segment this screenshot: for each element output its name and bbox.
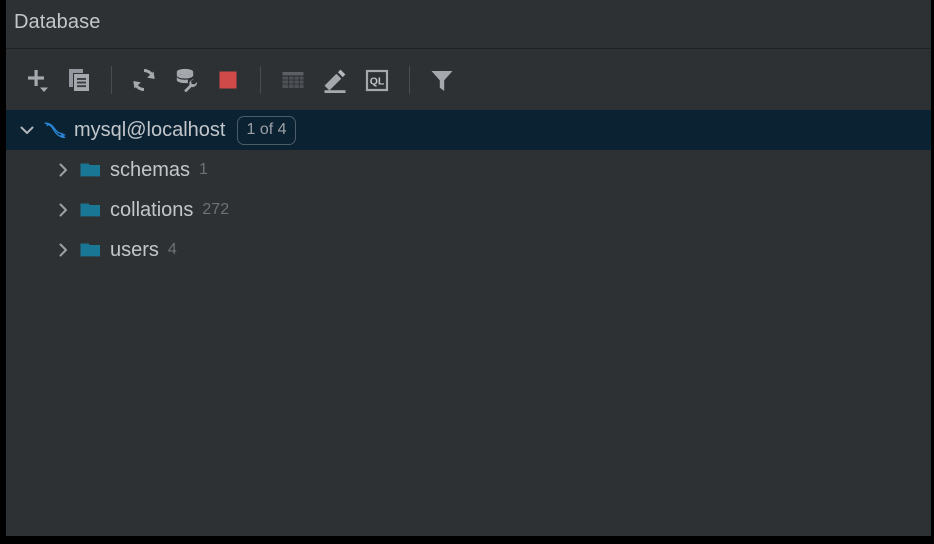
svg-text:QL: QL: [370, 75, 385, 87]
tree-row-users[interactable]: users 4: [6, 230, 931, 270]
folder-icon: [76, 197, 106, 223]
toolbar-separator-2: [260, 65, 261, 94]
stop-square-icon: [214, 66, 242, 94]
folder-icon: [76, 157, 106, 183]
database-tree: mysql@localhost 1 of 4 schemas 1 collati…: [6, 110, 931, 535]
mysql-dolphin-icon: [40, 117, 70, 143]
refresh-icon: [130, 66, 158, 94]
tree-row-datasource[interactable]: mysql@localhost 1 of 4: [6, 110, 931, 150]
modify-button[interactable]: [314, 59, 356, 101]
chevron-down-icon[interactable]: [14, 117, 40, 143]
tree-row-label: users: [110, 238, 159, 261]
table-grid-icon: [279, 66, 307, 94]
chevron-right-icon[interactable]: [50, 237, 76, 263]
ql-console-icon: QL: [363, 66, 391, 94]
toolbar-separator-3: [409, 65, 410, 94]
tree-row-schemas[interactable]: schemas 1: [6, 150, 931, 190]
toolbar-separator-1: [111, 65, 112, 94]
refresh-button[interactable]: [123, 59, 165, 101]
database-toolbar: QL: [6, 49, 931, 110]
table-editor-button[interactable]: [272, 59, 314, 101]
database-wrench-icon: [172, 66, 200, 94]
pencil-icon: [321, 66, 349, 94]
stop-button[interactable]: [207, 59, 249, 101]
database-tool-window: Database QL mysql@localhost 1 of 4 schem…: [6, 0, 931, 536]
tree-row-count: 272: [202, 201, 230, 218]
status-badge: 1 of 4: [237, 115, 296, 145]
chevron-right-icon[interactable]: [50, 197, 76, 223]
folder-icon: [76, 237, 106, 263]
data-source-properties-button[interactable]: [165, 59, 207, 101]
tree-row-count: 1: [199, 161, 208, 178]
tree-row-collations[interactable]: collations 272: [6, 190, 931, 230]
tree-row-label: mysql@localhost: [74, 118, 226, 141]
tool-window-header: Database: [6, 0, 931, 49]
add-button[interactable]: [16, 59, 58, 101]
page-title: Database: [14, 11, 101, 33]
filter-button[interactable]: [421, 59, 463, 101]
query-console-button[interactable]: QL: [356, 59, 398, 101]
funnel-filter-icon: [428, 66, 456, 94]
chevron-right-icon[interactable]: [50, 157, 76, 183]
copy-icon: [65, 66, 93, 94]
tree-row-label: schemas: [110, 158, 191, 181]
duplicate-button[interactable]: [58, 59, 100, 101]
plus-dropdown-icon: [23, 66, 51, 94]
tree-row-label: collations: [110, 198, 194, 221]
tree-row-count: 4: [167, 241, 177, 258]
